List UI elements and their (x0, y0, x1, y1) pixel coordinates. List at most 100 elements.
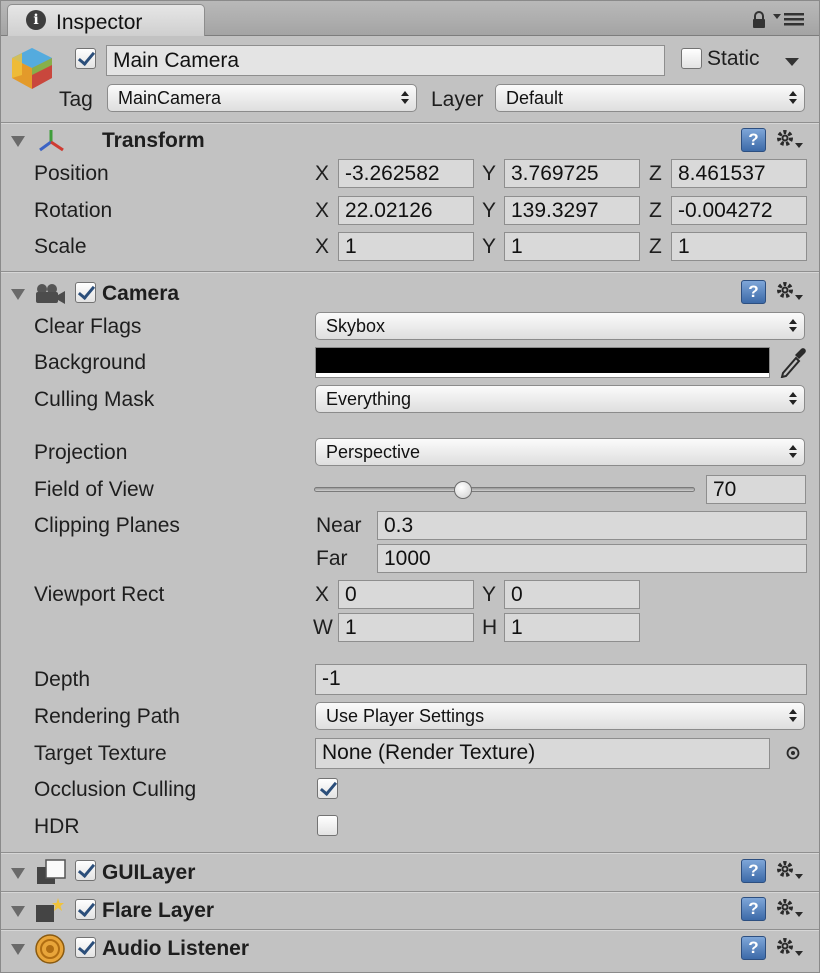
transform-axes-icon (39, 130, 64, 152)
tab-label: Inspector (56, 11, 143, 34)
culling-mask-value: Everything (326, 389, 412, 409)
viewport-y-field[interactable]: 0 (504, 580, 640, 609)
transform-gear-icon[interactable] (774, 127, 804, 151)
camera-title: Camera (102, 282, 180, 305)
flare-layer-icon (36, 898, 64, 922)
field-of-view-field[interactable]: 70 (706, 475, 806, 504)
lock-icon[interactable] (751, 11, 767, 29)
flare-layer-help-icon[interactable]: ? (741, 897, 766, 921)
guilayer-help-icon[interactable]: ? (741, 859, 766, 883)
projection-dropdown[interactable]: Perspective (315, 438, 805, 466)
background-label: Background (34, 351, 147, 374)
flare-layer-gear-icon[interactable] (774, 896, 804, 920)
viewport-h-label: H (482, 616, 498, 639)
scale-y-field[interactable]: 1 (504, 232, 640, 261)
target-texture-field[interactable]: None (Render Texture) (315, 738, 770, 769)
audio-listener-foldout-icon[interactable] (11, 944, 25, 955)
flare-layer-foldout-icon[interactable] (11, 906, 25, 917)
position-z-label: Z (649, 162, 662, 185)
hdr-checkbox[interactable] (317, 815, 338, 836)
far-field[interactable]: 1000 (377, 544, 807, 573)
rotation-y-field[interactable]: 139.3297 (504, 196, 640, 225)
guilayer-foldout-icon[interactable] (11, 868, 25, 879)
position-x-label: X (315, 162, 330, 185)
object-name-field[interactable]: Main Camera (106, 45, 665, 76)
field-of-view-slider-thumb[interactable] (453, 481, 472, 499)
rendering-path-label: Rendering Path (34, 705, 180, 728)
depth-field[interactable]: -1 (315, 664, 807, 695)
rotation-z-label: Z (649, 199, 662, 222)
camera-help-icon[interactable]: ? (741, 280, 766, 304)
field-of-view-slider[interactable] (314, 487, 695, 492)
viewport-w-label: W (313, 616, 333, 639)
divider (1, 272, 819, 273)
position-label: Position (34, 162, 109, 185)
transform-help-icon[interactable]: ? (741, 128, 766, 152)
rendering-path-dropdown[interactable]: Use Player Settings (315, 702, 805, 730)
scale-y-label: Y (482, 235, 497, 258)
rotation-z-field[interactable]: -0.004272 (671, 196, 807, 225)
projection-label: Projection (34, 441, 128, 464)
position-x-field[interactable]: -3.262582 (338, 159, 474, 188)
guilayer-title: GUILayer (102, 861, 196, 884)
static-checkbox[interactable] (681, 48, 702, 69)
tag-label: Tag (59, 88, 93, 111)
divider (1, 930, 819, 931)
culling-mask-label: Culling Mask (34, 388, 155, 411)
viewport-x-field[interactable]: 0 (338, 580, 474, 609)
viewport-rect-label: Viewport Rect (34, 583, 165, 606)
viewport-y-label: Y (482, 583, 497, 606)
flare-layer-checkbox[interactable] (75, 899, 96, 920)
guilayer-checkbox[interactable] (75, 860, 96, 881)
divider (1, 853, 819, 854)
scale-z-label: Z (649, 235, 662, 258)
audio-listener-help-icon[interactable]: ? (741, 936, 766, 960)
hdr-label: HDR (34, 815, 80, 838)
scale-x-field[interactable]: 1 (338, 232, 474, 261)
camera-gear-icon[interactable] (774, 279, 804, 303)
culling-mask-dropdown[interactable]: Everything (315, 385, 805, 413)
background-color-field[interactable] (315, 347, 770, 378)
rotation-x-label: X (315, 199, 330, 222)
active-checkbox[interactable] (75, 48, 96, 69)
depth-label: Depth (34, 668, 91, 691)
tab-inspector[interactable]: i Inspector (7, 4, 205, 36)
divider (1, 123, 819, 124)
far-label: Far (316, 547, 348, 570)
audio-listener-checkbox[interactable] (75, 937, 96, 958)
audio-listener-title: Audio Listener (102, 937, 250, 960)
tag-dropdown[interactable]: MainCamera (107, 84, 417, 112)
position-y-field[interactable]: 3.769725 (504, 159, 640, 188)
static-dropdown-icon[interactable] (784, 57, 800, 67)
position-y-label: Y (482, 162, 497, 185)
camera-icon (36, 284, 65, 304)
near-field[interactable]: 0.3 (377, 511, 807, 540)
transform-title: Transform (102, 129, 205, 152)
position-z-field[interactable]: 8.461537 (671, 159, 807, 188)
divider (1, 892, 819, 893)
clear-flags-dropdown[interactable]: Skybox (315, 312, 805, 340)
occlusion-culling-label: Occlusion Culling (34, 778, 197, 801)
audio-listener-gear-icon[interactable] (774, 935, 804, 959)
guilayer-gear-icon[interactable] (774, 858, 804, 882)
camera-foldout-icon[interactable] (11, 289, 25, 300)
camera-enabled-checkbox[interactable] (75, 282, 96, 303)
layer-dropdown[interactable]: Default (495, 84, 805, 112)
occlusion-culling-checkbox[interactable] (317, 778, 338, 799)
rotation-x-field[interactable]: 22.02126 (338, 196, 474, 225)
near-label: Near (316, 514, 362, 537)
viewport-w-field[interactable]: 1 (338, 613, 474, 642)
panel-menu-icon[interactable] (773, 11, 807, 27)
flare-layer-title: Flare Layer (102, 899, 215, 922)
clear-flags-arrow-icon (789, 319, 797, 333)
scale-z-field[interactable]: 1 (671, 232, 807, 261)
target-texture-label: Target Texture (34, 742, 167, 765)
rendering-path-arrow-icon (789, 709, 797, 723)
viewport-h-field[interactable]: 1 (504, 613, 640, 642)
eyedropper-icon[interactable] (778, 346, 806, 378)
field-of-view-label: Field of View (34, 478, 154, 501)
clipping-planes-label: Clipping Planes (34, 514, 180, 537)
audio-listener-icon (35, 934, 65, 964)
transform-foldout-icon[interactable] (11, 136, 25, 147)
object-picker-icon[interactable] (785, 745, 801, 761)
